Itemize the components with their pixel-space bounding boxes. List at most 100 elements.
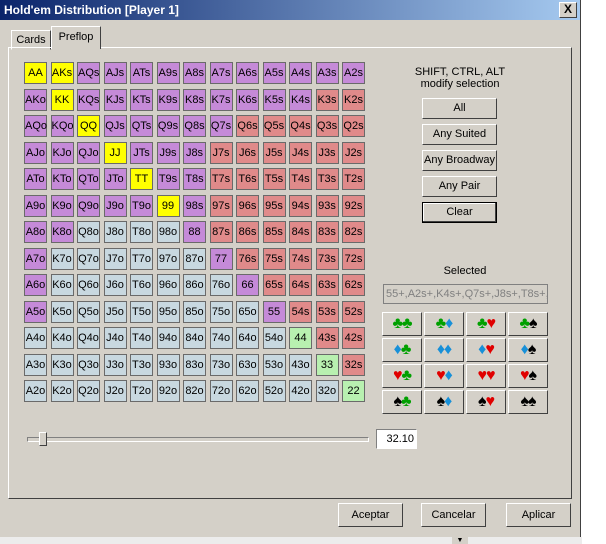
hand-cell[interactable]: KTs — [130, 88, 153, 111]
hand-cell[interactable]: TT — [130, 168, 153, 190]
hand-cell[interactable]: 43s — [315, 327, 339, 349]
hand-cell[interactable]: T4s — [289, 168, 312, 190]
any-suited-button[interactable]: Any Suited — [422, 124, 497, 145]
hand-cell[interactable]: KJo — [50, 141, 74, 164]
hand-cell[interactable]: 52o — [262, 380, 286, 402]
hand-cell[interactable]: 32s — [342, 353, 365, 376]
hand-cell[interactable]: A9o — [24, 194, 47, 217]
hand-cell[interactable]: Q7s — [209, 115, 233, 137]
hand-cell[interactable]: 94o — [156, 327, 180, 349]
apply-button[interactable]: Aplicar — [506, 503, 571, 527]
hand-cell[interactable]: 54s — [289, 300, 312, 323]
hand-cell[interactable]: 72s — [342, 247, 365, 270]
hand-cell[interactable]: KJs — [103, 88, 127, 111]
hand-cell[interactable]: ATs — [130, 62, 153, 84]
hand-cell[interactable]: AJs — [103, 62, 127, 84]
hand-cell[interactable]: Q4s — [289, 115, 312, 137]
hand-cell[interactable]: 22 — [342, 380, 365, 402]
hand-cell[interactable]: K5s — [262, 88, 286, 111]
hand-cell[interactable]: 43o — [289, 353, 312, 376]
hand-cell[interactable]: J7s — [209, 141, 233, 164]
hand-cell[interactable]: ATo — [24, 168, 47, 190]
suit-combo-button[interactable]: ♣♠ — [508, 312, 548, 336]
hand-cell[interactable]: T5o — [130, 300, 153, 323]
hand-cell[interactable]: A8o — [24, 221, 47, 243]
hand-cell[interactable]: 83o — [183, 353, 206, 376]
hand-cell[interactable]: 82s — [342, 221, 365, 243]
hand-cell[interactable]: K9s — [156, 88, 180, 111]
suit-combo-button[interactable]: ♥♥ — [466, 364, 506, 388]
hand-cell[interactable]: K7s — [209, 88, 233, 111]
close-button[interactable]: X — [559, 2, 577, 18]
hand-cell[interactable]: 65s — [262, 274, 286, 296]
hand-cell[interactable]: 96s — [236, 194, 259, 217]
hand-cell[interactable]: 44 — [289, 327, 312, 349]
hand-cell[interactable]: T9o — [130, 194, 153, 217]
hand-cell[interactable]: A6o — [24, 274, 47, 296]
hand-cell[interactable]: Q3s — [315, 115, 339, 137]
tab-preflop[interactable]: Preflop — [51, 26, 101, 49]
hand-cell[interactable]: 65o — [236, 300, 259, 323]
suit-combo-button[interactable]: ♦♥ — [466, 338, 506, 362]
hand-cell[interactable]: AKs — [50, 62, 74, 84]
hand-cell[interactable]: K4o — [50, 327, 74, 349]
hand-cell[interactable]: 62s — [342, 274, 365, 296]
hand-cell[interactable]: 96o — [156, 274, 180, 296]
hand-cell[interactable]: 86o — [183, 274, 206, 296]
suit-combo-button[interactable]: ♥♦ — [424, 364, 464, 388]
hand-cell[interactable]: 55 — [262, 300, 286, 323]
hand-cell[interactable]: J5s — [262, 141, 286, 164]
hand-cell[interactable]: KQo — [50, 115, 74, 137]
hand-cell[interactable]: A2s — [342, 62, 365, 84]
hand-cell[interactable]: 63o — [236, 353, 259, 376]
hand-cell[interactable]: Q8s — [183, 115, 206, 137]
hand-cell[interactable]: A2o — [24, 380, 47, 402]
hand-cell[interactable]: 95o — [156, 300, 180, 323]
hand-cell[interactable]: K9o — [50, 194, 74, 217]
hand-cell[interactable]: 87s — [209, 221, 233, 243]
hand-cell[interactable]: K6s — [236, 88, 259, 111]
hand-cell[interactable]: 74o — [209, 327, 233, 349]
hand-cell[interactable]: J7o — [103, 247, 127, 270]
hand-cell[interactable]: 92s — [342, 194, 365, 217]
hand-cell[interactable]: A3s — [315, 62, 339, 84]
hand-cell[interactable]: A7s — [209, 62, 233, 84]
hand-cell[interactable]: AKo — [24, 88, 47, 111]
title-bar[interactable]: Hold'em Distribution [Player 1] X — [0, 0, 580, 20]
hand-cell[interactable]: J3s — [315, 141, 339, 164]
hand-cell[interactable]: 83s — [315, 221, 339, 243]
hand-cell[interactable]: AQs — [77, 62, 100, 84]
hand-cell[interactable]: 97s — [209, 194, 233, 217]
hand-cell[interactable]: 76o — [209, 274, 233, 296]
percentage-field[interactable]: 32.10 — [376, 429, 417, 449]
hand-cell[interactable]: 86s — [236, 221, 259, 243]
hand-cell[interactable]: T8o — [130, 221, 153, 243]
suit-combo-button[interactable]: ♣♣ — [382, 312, 422, 336]
hand-cell[interactable]: K4s — [289, 88, 312, 111]
hand-cell[interactable]: 72o — [209, 380, 233, 402]
hand-cell[interactable]: 54o — [262, 327, 286, 349]
hand-cell[interactable]: K3o — [50, 353, 74, 376]
hand-cell[interactable]: Q6o — [77, 274, 100, 296]
suit-combo-button[interactable]: ♥♠ — [508, 364, 548, 388]
hand-cell[interactable]: 66 — [236, 274, 259, 296]
cancel-button[interactable]: Cancelar — [421, 503, 486, 527]
hand-cell[interactable]: J9s — [156, 141, 180, 164]
hand-cell[interactable]: J8s — [183, 141, 206, 164]
suit-combo-button[interactable]: ♣♦ — [424, 312, 464, 336]
hand-cell[interactable]: T8s — [183, 168, 206, 190]
hand-cell[interactable]: AA — [24, 62, 47, 84]
hand-cell[interactable]: T6o — [130, 274, 153, 296]
hand-cell[interactable]: 42s — [342, 327, 365, 349]
hand-cell[interactable]: K2s — [342, 88, 365, 111]
hand-cell[interactable]: 88 — [183, 221, 206, 243]
hand-cell[interactable]: JTs — [130, 141, 153, 164]
suit-combo-button[interactable]: ♠♥ — [466, 390, 506, 414]
hand-cell[interactable]: AQo — [24, 115, 47, 137]
hand-cell[interactable]: K8o — [50, 221, 74, 243]
hand-cell[interactable]: AJo — [24, 141, 47, 164]
hand-cell[interactable]: K7o — [50, 247, 74, 270]
suit-combo-button[interactable]: ♦♦ — [424, 338, 464, 362]
suit-combo-button[interactable]: ♠♣ — [382, 390, 422, 414]
hand-cell[interactable]: A4s — [289, 62, 312, 84]
